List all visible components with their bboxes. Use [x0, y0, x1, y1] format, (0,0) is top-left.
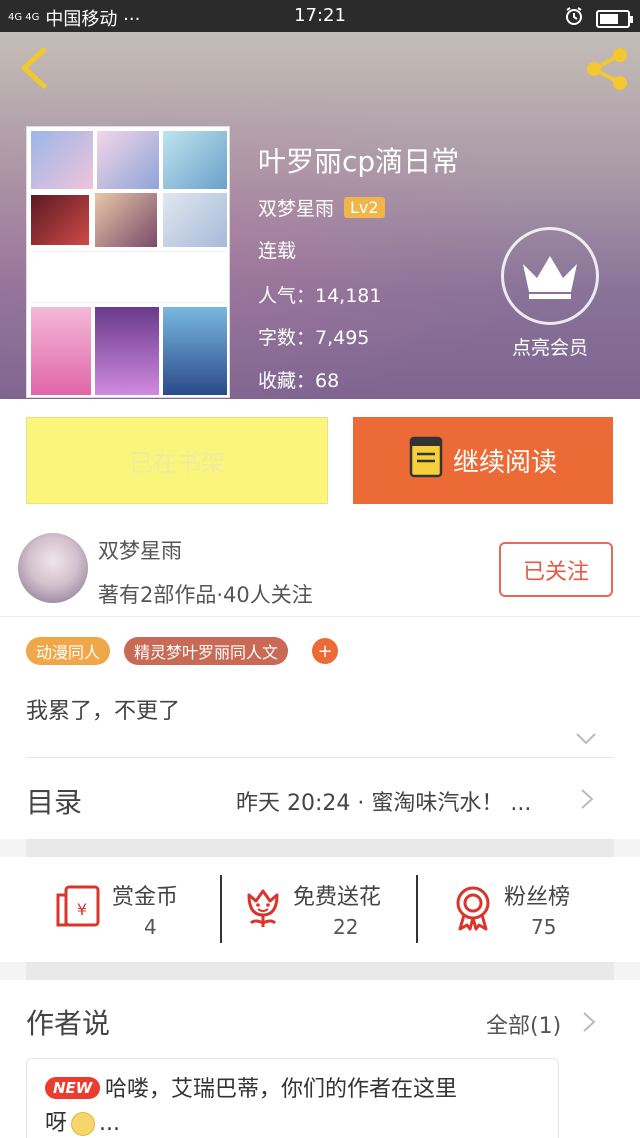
- post-text: 哈喽，艾瑞巴蒂，你们的作者在这里: [105, 1077, 458, 1102]
- send-flower-value: 22: [333, 915, 359, 939]
- post-text-line2: 呀: [45, 1111, 68, 1136]
- favorites-stat: 收藏：68: [258, 370, 340, 392]
- word-count-stat: 字数：7,495: [258, 327, 370, 349]
- send-flower-button[interactable]: 免费送花 22: [243, 875, 413, 955]
- tag-yeluoli-fanfic[interactable]: 精灵梦叶罗丽同人文: [124, 637, 289, 665]
- clock: 17:21: [294, 5, 346, 26]
- serial-status: 连载: [258, 240, 297, 262]
- fan-ranking-value: 75: [531, 915, 557, 939]
- author-post-card[interactable]: NEW 哈喽，艾瑞巴蒂，你们的作者在这里 呀 ...: [26, 1058, 559, 1138]
- section-gap: [26, 839, 614, 857]
- book-cover[interactable]: [26, 126, 230, 398]
- divider: [26, 757, 614, 758]
- vip-button[interactable]: 点亮会员: [500, 227, 600, 360]
- avatar[interactable]: [18, 533, 88, 603]
- action-bar: 已在书架 继续阅读: [0, 399, 640, 519]
- divider: [416, 875, 418, 943]
- book-header: 叶罗丽cp滴日常 双梦星雨 Lv2 连载 人气：14,181 字数：7,495 …: [0, 32, 640, 399]
- author-says-title: 作者说: [26, 1007, 111, 1040]
- author-row: 双梦星雨 Lv2: [258, 194, 385, 221]
- chevron-down-icon[interactable]: [575, 731, 597, 745]
- share-icon: [587, 48, 627, 90]
- popularity-stat: 人气：14,181: [258, 285, 382, 307]
- continue-reading-label: 继续阅读: [452, 448, 557, 478]
- vip-label: 点亮会员: [511, 337, 588, 359]
- section-gap: [26, 962, 614, 980]
- support-stats: ¥ 赏金币 4 免费送花 22 粉丝榜 75: [0, 857, 640, 962]
- divider: [220, 875, 222, 943]
- author-card-name: 双梦星雨: [98, 539, 182, 563]
- level-badge: Lv2: [344, 197, 385, 218]
- reward-coins-value: 4: [144, 915, 157, 939]
- fan-ranking-label: 粉丝榜: [504, 885, 571, 910]
- author-says-section: 作者说 全部(1) NEW 哈喽，艾瑞巴蒂，你们的作者在这里 呀 ...: [0, 980, 640, 1138]
- book-icon: [409, 436, 443, 485]
- reward-coins-label: 赏金币: [112, 885, 179, 910]
- share-button[interactable]: [582, 44, 632, 94]
- reward-coins-button[interactable]: ¥ 赏金币 4: [54, 875, 214, 955]
- author-card[interactable]: 双梦星雨 著有2部作品·40人关注 已关注: [0, 519, 640, 617]
- new-badge: NEW: [45, 1077, 101, 1099]
- smile-emoji-icon: [71, 1112, 96, 1136]
- chevron-right-icon: [582, 1011, 596, 1033]
- red-envelope-icon: ¥: [54, 885, 102, 933]
- post-text-ellipsis: ...: [99, 1111, 120, 1136]
- continue-reading-button[interactable]: 继续阅读: [353, 417, 613, 504]
- battery-icon: [596, 9, 633, 28]
- tag-anime-fanfic[interactable]: 动漫同人: [26, 637, 111, 665]
- post-text-continued: 呀 ...: [45, 1107, 120, 1138]
- author-name[interactable]: 双梦星雨: [258, 194, 334, 221]
- follow-button[interactable]: 已关注: [499, 542, 613, 597]
- chevron-right-icon: [580, 788, 594, 810]
- book-title: 叶罗丽cp滴日常: [258, 145, 460, 178]
- toc-label: 目录: [26, 786, 83, 819]
- latest-chapter: 昨天 20:24 · 蜜淘味汽水！ ...: [236, 791, 532, 816]
- view-all-link[interactable]: 全部(1): [486, 1008, 561, 1040]
- tags-section: 动漫同人 精灵梦叶罗丽同人文 + 我累了，不更了: [0, 617, 640, 759]
- flower-icon: [243, 885, 283, 933]
- status-bar: 4G 4G 中国移动 ··· 17:21: [0, 0, 640, 32]
- toc-row[interactable]: 目录 昨天 20:24 · 蜜淘味汽水！ ...: [0, 759, 640, 839]
- fan-ranking-button[interactable]: 粉丝榜 75: [452, 875, 612, 955]
- svg-text:¥: ¥: [77, 900, 87, 919]
- add-tag-button[interactable]: +: [312, 638, 338, 664]
- medal-icon: [452, 885, 494, 935]
- on-shelf-button[interactable]: 已在书架: [26, 417, 328, 504]
- author-card-stats: 著有2部作品·40人关注: [98, 583, 313, 607]
- alarm-icon: [564, 6, 584, 31]
- back-button[interactable]: [16, 46, 52, 90]
- crown-icon: [501, 227, 599, 325]
- chevron-left-icon: [21, 47, 47, 89]
- book-description: 我累了，不更了: [26, 699, 181, 724]
- send-flower-label: 免费送花: [293, 885, 382, 910]
